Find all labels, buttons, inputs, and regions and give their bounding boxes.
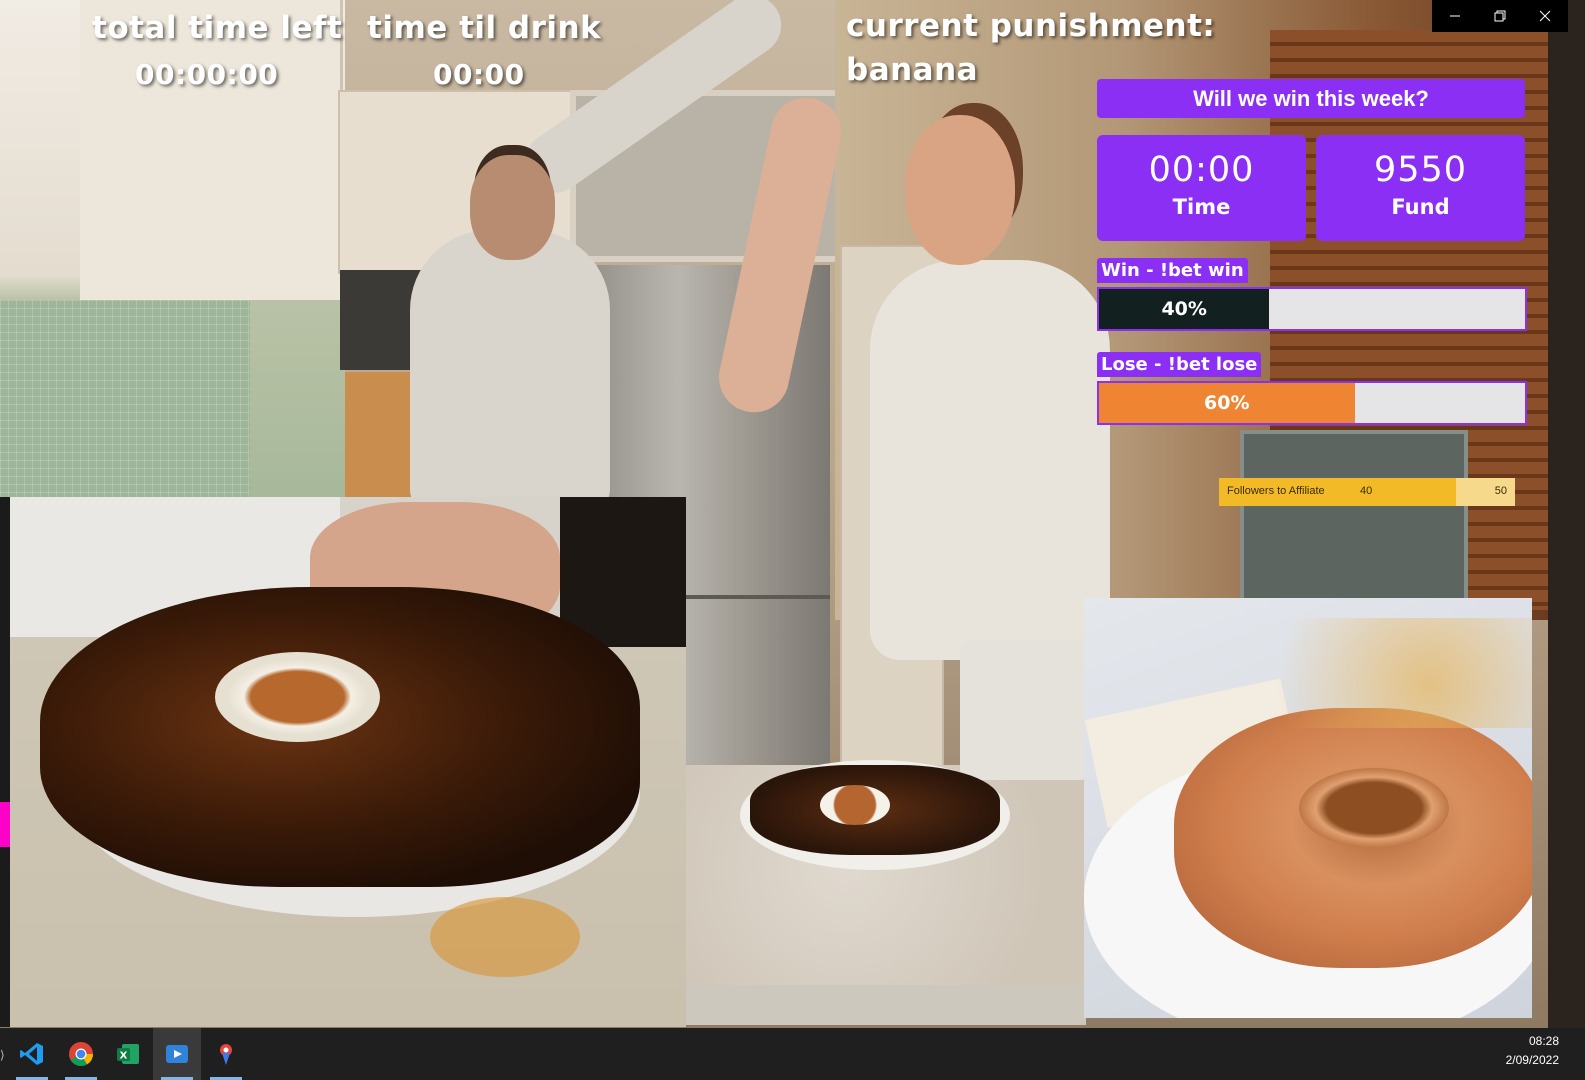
taskbar-edge-icon: ⟩ xyxy=(0,1048,5,1062)
total-time-label: total time left xyxy=(92,10,343,46)
countertop-edge xyxy=(686,985,1086,1025)
lose-progress-fill: 60% xyxy=(1099,383,1355,423)
drink-time-label: time til drink xyxy=(367,10,602,46)
sauce-bowl xyxy=(215,652,380,742)
person-right-head xyxy=(905,115,1015,265)
caramel-bowl xyxy=(1299,768,1449,848)
punishment-value: banana xyxy=(846,52,979,88)
chrome-icon[interactable] xyxy=(57,1028,105,1080)
close-icon[interactable] xyxy=(1522,0,1567,32)
background-dark xyxy=(560,497,686,647)
taskbar-clock[interactable]: 08:28 2/09/2022 xyxy=(1506,1032,1559,1070)
clock-time: 08:28 xyxy=(1528,1034,1559,1048)
punishment-label: current punishment: xyxy=(846,8,1216,44)
followers-goal: 50 xyxy=(1494,485,1507,497)
burnt-pastry xyxy=(40,587,640,887)
person-right xyxy=(870,260,1110,660)
reference-dessert-image xyxy=(1084,598,1532,1018)
drink-time-value: 00:00 xyxy=(433,58,525,91)
sauce-spill xyxy=(430,897,580,977)
app-icon[interactable] xyxy=(202,1028,250,1080)
time-label: Time xyxy=(1172,195,1231,219)
restore-icon[interactable] xyxy=(1477,0,1522,32)
clock-date: 2/09/2022 xyxy=(1505,1053,1559,1067)
svg-text:X: X xyxy=(120,1051,128,1062)
burnt-food-image xyxy=(10,497,686,1027)
left-edge-strip xyxy=(0,497,10,1027)
taskbar: ⟩ X 08:28 2/09/2022 xyxy=(0,1028,1585,1080)
followers-goal-label: Followers to Affiliate xyxy=(1227,485,1325,497)
fund-box: 9550 Fund xyxy=(1316,135,1525,241)
lose-progress-bar: 60% xyxy=(1097,381,1527,425)
person-left xyxy=(410,230,610,510)
excel-icon[interactable]: X xyxy=(104,1028,152,1080)
bet-title: Will we win this week? xyxy=(1097,79,1525,118)
lose-bet-label: Lose - !bet lose xyxy=(1097,352,1262,377)
minimize-icon[interactable] xyxy=(1432,0,1477,32)
fund-label: Fund xyxy=(1391,195,1450,219)
microwave xyxy=(1240,430,1468,608)
time-box: 00:00 Time xyxy=(1097,135,1306,241)
pink-marker xyxy=(0,802,10,847)
caramel-drizzle xyxy=(1184,618,1532,728)
followers-goal-bar: Followers to Affiliate 40 50 xyxy=(1219,478,1515,506)
person-left-head xyxy=(470,155,555,260)
tile-backsplash xyxy=(0,300,250,500)
total-time-value: 00:00:00 xyxy=(135,58,279,91)
window-controls xyxy=(1432,0,1568,32)
win-progress-fill: 40% xyxy=(1099,289,1270,329)
time-value: 00:00 xyxy=(1148,150,1255,190)
media-player-icon[interactable] xyxy=(153,1028,201,1080)
followers-current: 40 xyxy=(1360,485,1373,497)
vscode-icon[interactable] xyxy=(8,1028,56,1080)
fund-value: 9550 xyxy=(1373,150,1468,190)
person-right-legs xyxy=(960,640,1090,780)
win-bet-label: Win - !bet win xyxy=(1097,258,1248,283)
win-progress-bar: 40% xyxy=(1097,287,1527,331)
sauce-bowl xyxy=(820,785,890,825)
